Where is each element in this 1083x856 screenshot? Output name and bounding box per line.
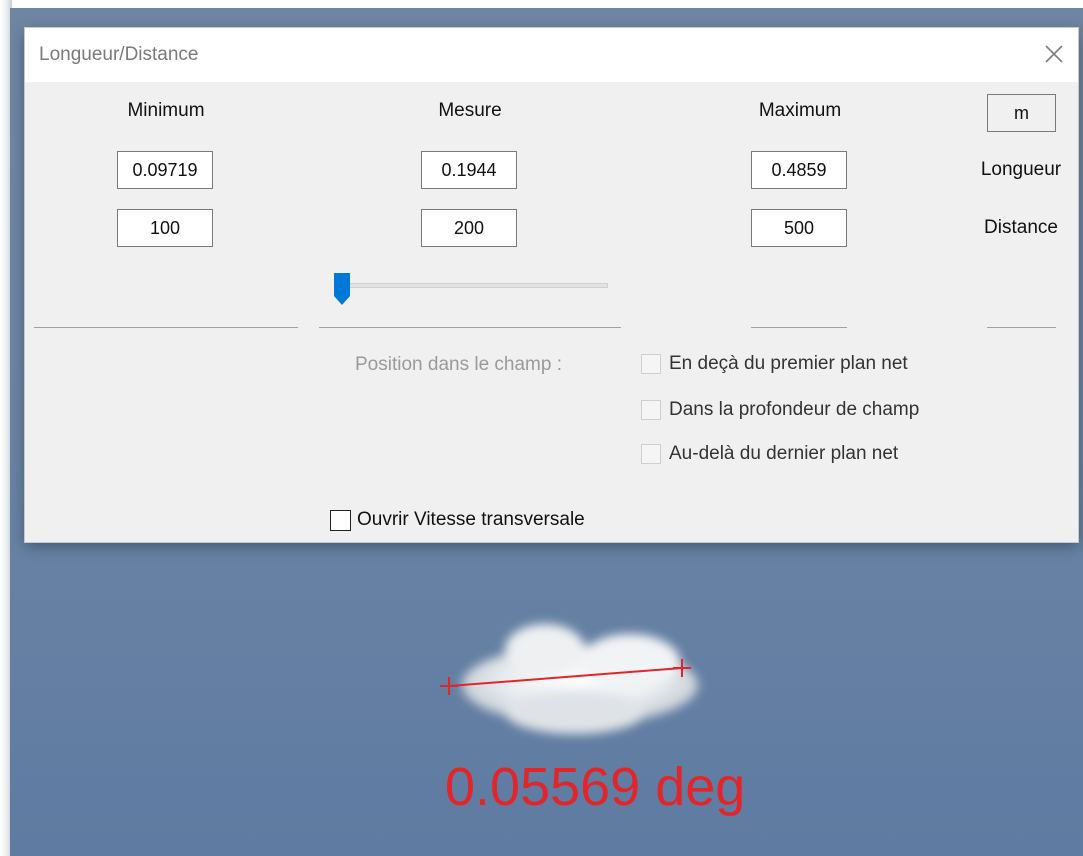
longueur-minimum-field[interactable]: 0.09719: [117, 151, 213, 189]
longueur-distance-dialog: Longueur/Distance Minimum Mesure Maximum…: [25, 28, 1078, 542]
longueur-mesure-field[interactable]: 0.1944: [421, 151, 517, 189]
distance-slider-track[interactable]: [338, 283, 608, 288]
header-mesure: Mesure: [438, 100, 502, 121]
distance-maximum-field[interactable]: 500: [751, 209, 847, 247]
separator: [319, 327, 621, 328]
header-minimum: Minimum: [127, 100, 205, 121]
checkbox-profondeur-label: Dans la profondeur de champ: [669, 399, 920, 420]
cloud: [462, 624, 698, 734]
checkbox-au-dela-label: Au-delà du dernier plan net: [669, 443, 899, 464]
longueur-label: Longueur: [980, 159, 1062, 180]
checkbox-open-speed-label: Ouvrir Vitesse transversale: [357, 509, 585, 530]
unit-selector[interactable]: m: [987, 94, 1056, 132]
title-bar: Longueur/Distance: [25, 28, 1078, 82]
distance-label: Distance: [984, 217, 1058, 238]
checkbox-en-deca-label: En deçà du premier plan net: [669, 353, 908, 374]
header-maximum: Maximum: [758, 100, 842, 121]
separator: [987, 327, 1056, 328]
checkbox-profondeur[interactable]: [641, 400, 661, 420]
separator: [751, 327, 847, 328]
distance-minimum-field[interactable]: 100: [117, 209, 213, 247]
checkbox-au-dela[interactable]: [641, 444, 661, 464]
position-label: Position dans le champ :: [355, 354, 563, 375]
longueur-maximum-field[interactable]: 0.4859: [751, 151, 847, 189]
checkbox-en-deca[interactable]: [641, 354, 661, 374]
checkbox-open-speed[interactable]: [330, 510, 351, 531]
window-title: Longueur/Distance: [39, 44, 199, 65]
distance-mesure-field[interactable]: 200: [421, 209, 517, 247]
separator: [34, 327, 298, 328]
angle-readout: 0.05569 deg: [445, 757, 746, 817]
distance-slider-thumb[interactable]: [332, 272, 352, 306]
close-icon[interactable]: [1040, 40, 1068, 68]
